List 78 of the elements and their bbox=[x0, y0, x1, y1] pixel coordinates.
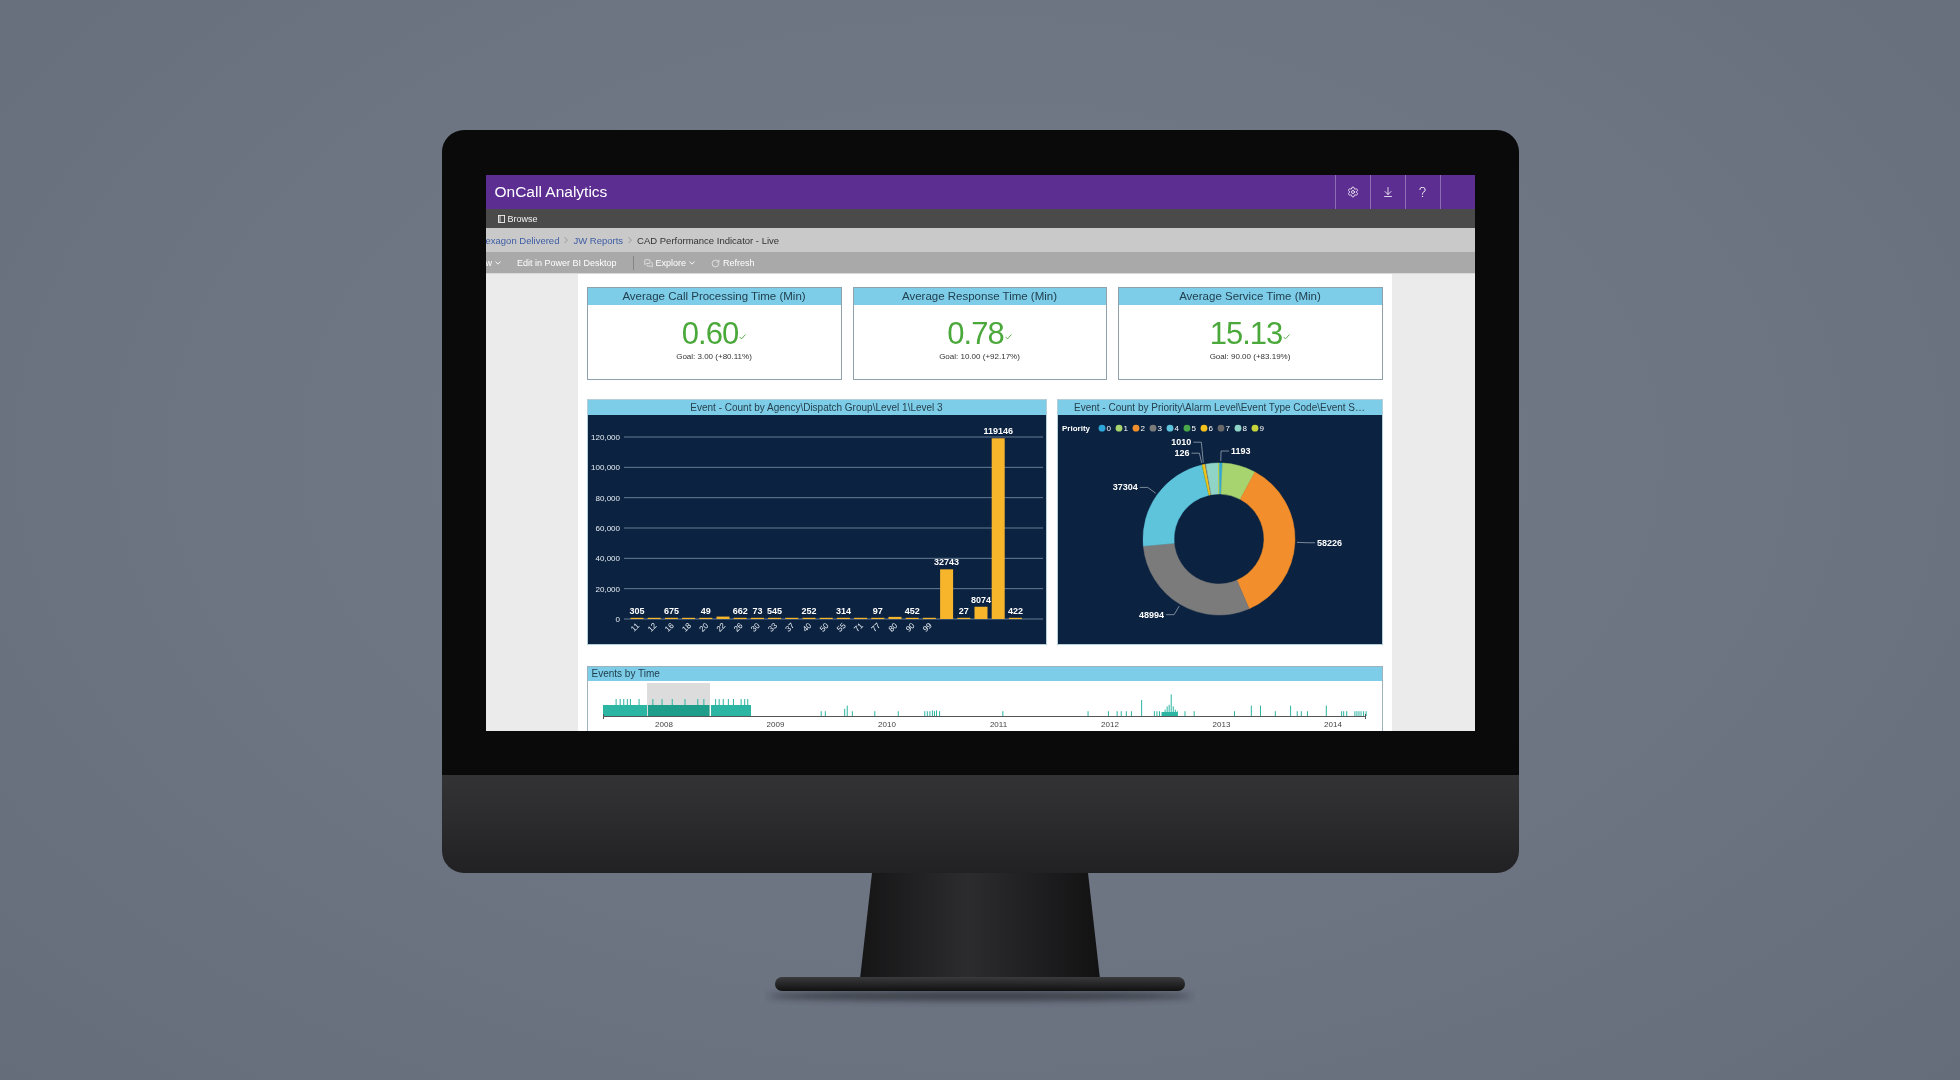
axis-label: 90 bbox=[903, 621, 917, 634]
data-label: 32743 bbox=[933, 557, 959, 568]
legend-label: 4 bbox=[1174, 424, 1179, 433]
axis-label: 20,000 bbox=[595, 584, 620, 594]
data-label: 422 bbox=[1007, 605, 1023, 616]
axis-label: 33 bbox=[765, 621, 779, 634]
axis-label: 26 bbox=[731, 621, 745, 634]
data-label: 73 bbox=[751, 605, 762, 616]
data-label: 48994 bbox=[1138, 609, 1164, 620]
data-label: 452 bbox=[904, 605, 920, 616]
data-label: 58226 bbox=[1316, 537, 1342, 548]
chart-title: Event - Count by Agency\Dispatch Group\Level 1\Level 3 bbox=[587, 400, 1046, 415]
data-label: 675 bbox=[663, 605, 679, 616]
axis-label: 40,000 bbox=[595, 554, 620, 564]
data-label: 27 bbox=[958, 605, 969, 616]
axis-label: 22 bbox=[714, 621, 727, 634]
axis-label: 50 bbox=[817, 621, 831, 634]
goal-text: Goal: 90.00 (+83.19%) bbox=[1209, 352, 1291, 361]
axis-label: 2010 bbox=[877, 719, 896, 729]
data-label: 119146 bbox=[982, 426, 1013, 437]
goal-text: Goal: 3.00 (+80.11%) bbox=[676, 352, 752, 361]
legend-label: 9 bbox=[1259, 424, 1264, 433]
axis-label: 2009 bbox=[766, 719, 784, 729]
legend-label: 6 bbox=[1208, 424, 1213, 433]
axis-label: 2008 bbox=[654, 719, 673, 729]
axis-label: 12 bbox=[645, 621, 659, 634]
card-title: Average Call Processing Time (Min) bbox=[587, 288, 841, 305]
axis-label: 30 bbox=[748, 621, 762, 634]
data-label: 305 bbox=[629, 605, 644, 616]
axis-label: 80,000 bbox=[595, 493, 620, 503]
axis-label: 37 bbox=[783, 621, 796, 634]
breadcrumb-current: CAD Performance Indicator - Live bbox=[637, 234, 780, 246]
kpi-value: 15.13 bbox=[1209, 319, 1283, 349]
legend-label: 1 bbox=[1123, 424, 1128, 433]
data-label: 8074 bbox=[970, 594, 991, 605]
data-label: 97 bbox=[872, 605, 883, 616]
axis-label: 60,000 bbox=[595, 524, 620, 533]
legend-label: 7 bbox=[1225, 424, 1230, 433]
axis-label: 20 bbox=[697, 621, 710, 634]
data-label: 1193 bbox=[1230, 446, 1251, 456]
legend-label: 8 bbox=[1242, 424, 1247, 433]
axis-label: 16 bbox=[662, 621, 676, 634]
chart-title: Events by Time bbox=[587, 667, 1382, 681]
data-label: 126 bbox=[1173, 448, 1189, 459]
axis-label: 2013 bbox=[1212, 719, 1230, 729]
data-label: 314 bbox=[835, 605, 851, 616]
axis-label: 0 bbox=[615, 615, 620, 624]
axis-label: 18 bbox=[679, 621, 693, 634]
axis-label: 80 bbox=[886, 621, 899, 634]
data-label: 37304 bbox=[1112, 482, 1138, 493]
data-label: 1010 bbox=[1170, 437, 1191, 448]
data-label: 252 bbox=[801, 605, 816, 616]
kpi-value: 0.78 bbox=[947, 319, 1004, 349]
legend-label: 0 bbox=[1106, 424, 1111, 433]
data-label: 49 bbox=[700, 605, 711, 616]
data-label: 662 bbox=[732, 605, 748, 616]
legend-label: 3 bbox=[1157, 424, 1162, 433]
kpi-value: 0.60 bbox=[681, 319, 739, 349]
axis-label: 100,000 bbox=[590, 463, 620, 473]
axis-label: 40 bbox=[800, 621, 813, 634]
axis-label: 99 bbox=[920, 621, 934, 634]
card-title: Average Response Time (Min) bbox=[853, 288, 1106, 305]
axis-label: 2011 bbox=[989, 719, 1007, 729]
axis-label: 77 bbox=[869, 621, 882, 634]
axis-label: 55 bbox=[834, 621, 848, 634]
chart-title: Event - Count by Priority\Alarm Level\Event Type Code\Event S… bbox=[1057, 400, 1382, 415]
axis-label: 71 bbox=[851, 621, 865, 634]
legend-title: Priority bbox=[1061, 424, 1090, 433]
axis-label: 120,000 bbox=[590, 433, 620, 442]
goal-text: Goal: 10.00 (+92.17%) bbox=[939, 352, 1020, 361]
legend-label: 5 bbox=[1191, 424, 1196, 433]
card-title: Average Service Time (Min) bbox=[1118, 288, 1382, 305]
data-label: 545 bbox=[766, 605, 782, 616]
axis-label: 2012 bbox=[1100, 719, 1119, 729]
axis-label: 11 bbox=[628, 621, 641, 634]
legend-label: 2 bbox=[1140, 424, 1145, 433]
axis-label: 2014 bbox=[1323, 719, 1342, 729]
app-title: OnCall Analytics bbox=[493, 183, 609, 201]
